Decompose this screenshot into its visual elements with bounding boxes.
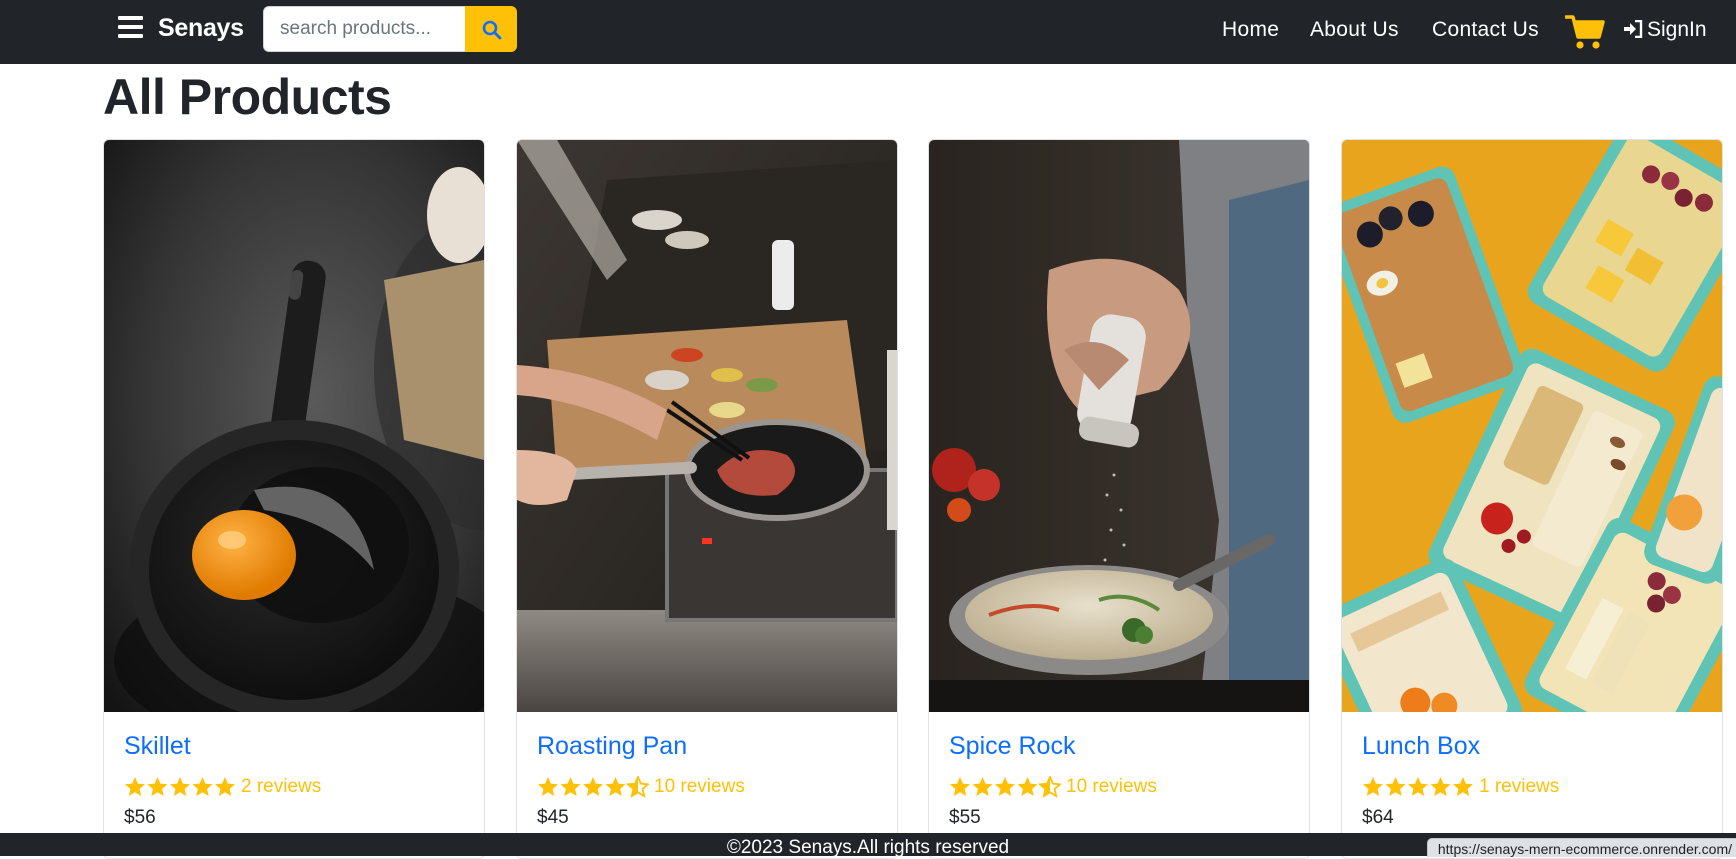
- signin-icon: [1624, 19, 1643, 39]
- footer-copyright: ©2023 Senays.All rights reserved: [726, 837, 1010, 856]
- cart-icon[interactable]: [1564, 14, 1605, 50]
- star-rating-icon: [538, 776, 649, 798]
- menu-icon[interactable]: [118, 16, 143, 38]
- product-price: $45: [537, 807, 569, 828]
- review-count: 1 reviews: [1479, 776, 1560, 797]
- product-title[interactable]: Lunch Box: [1362, 732, 1480, 761]
- product-price: $64: [1362, 807, 1394, 828]
- star-rating-icon: [1363, 777, 1473, 796]
- search-button[interactable]: [465, 6, 517, 52]
- review-count: 10 reviews: [1066, 776, 1157, 797]
- brand-logo[interactable]: Senays: [158, 14, 244, 43]
- product-price: $55: [949, 807, 981, 828]
- star-rating-icon: [125, 777, 235, 796]
- product-image-lunch-box[interactable]: [1342, 140, 1722, 712]
- product-image-spice-rock[interactable]: [929, 140, 1309, 712]
- nav-contact-link[interactable]: Contact Us: [1432, 18, 1539, 42]
- star-rating-icon: [950, 776, 1061, 798]
- nav-about-link[interactable]: About Us: [1310, 18, 1399, 42]
- browser-status-url: https://senays-mern-ecommerce.onrender.c…: [1426, 838, 1736, 857]
- search-icon: [482, 20, 502, 40]
- product-title[interactable]: Roasting Pan: [537, 732, 687, 761]
- product-card[interactable]: Roasting Pan 10 reviews $45: [516, 139, 898, 859]
- product-title[interactable]: Spice Rock: [949, 732, 1075, 761]
- search-input[interactable]: [263, 6, 465, 52]
- review-count: 2 reviews: [241, 776, 322, 797]
- navbar: Senays Home About Us Contact Us SignIn: [0, 0, 1736, 64]
- page-title: All Products: [103, 69, 392, 125]
- product-card[interactable]: Lunch Box 1 reviews $64: [1341, 139, 1723, 859]
- review-count: 10 reviews: [654, 776, 745, 797]
- nav-home-link[interactable]: Home: [1222, 18, 1279, 42]
- signin-label: SignIn: [1647, 18, 1707, 41]
- product-card[interactable]: Skillet 2 reviews $56: [103, 139, 485, 859]
- product-title[interactable]: Skillet: [124, 732, 191, 761]
- product-price: $56: [124, 807, 156, 828]
- product-image-roasting-pan[interactable]: [517, 140, 897, 712]
- product-card[interactable]: Spice Rock 10 reviews $55: [928, 139, 1310, 859]
- signin-link[interactable]: SignIn: [1623, 18, 1707, 42]
- product-image-skillet[interactable]: [104, 140, 484, 712]
